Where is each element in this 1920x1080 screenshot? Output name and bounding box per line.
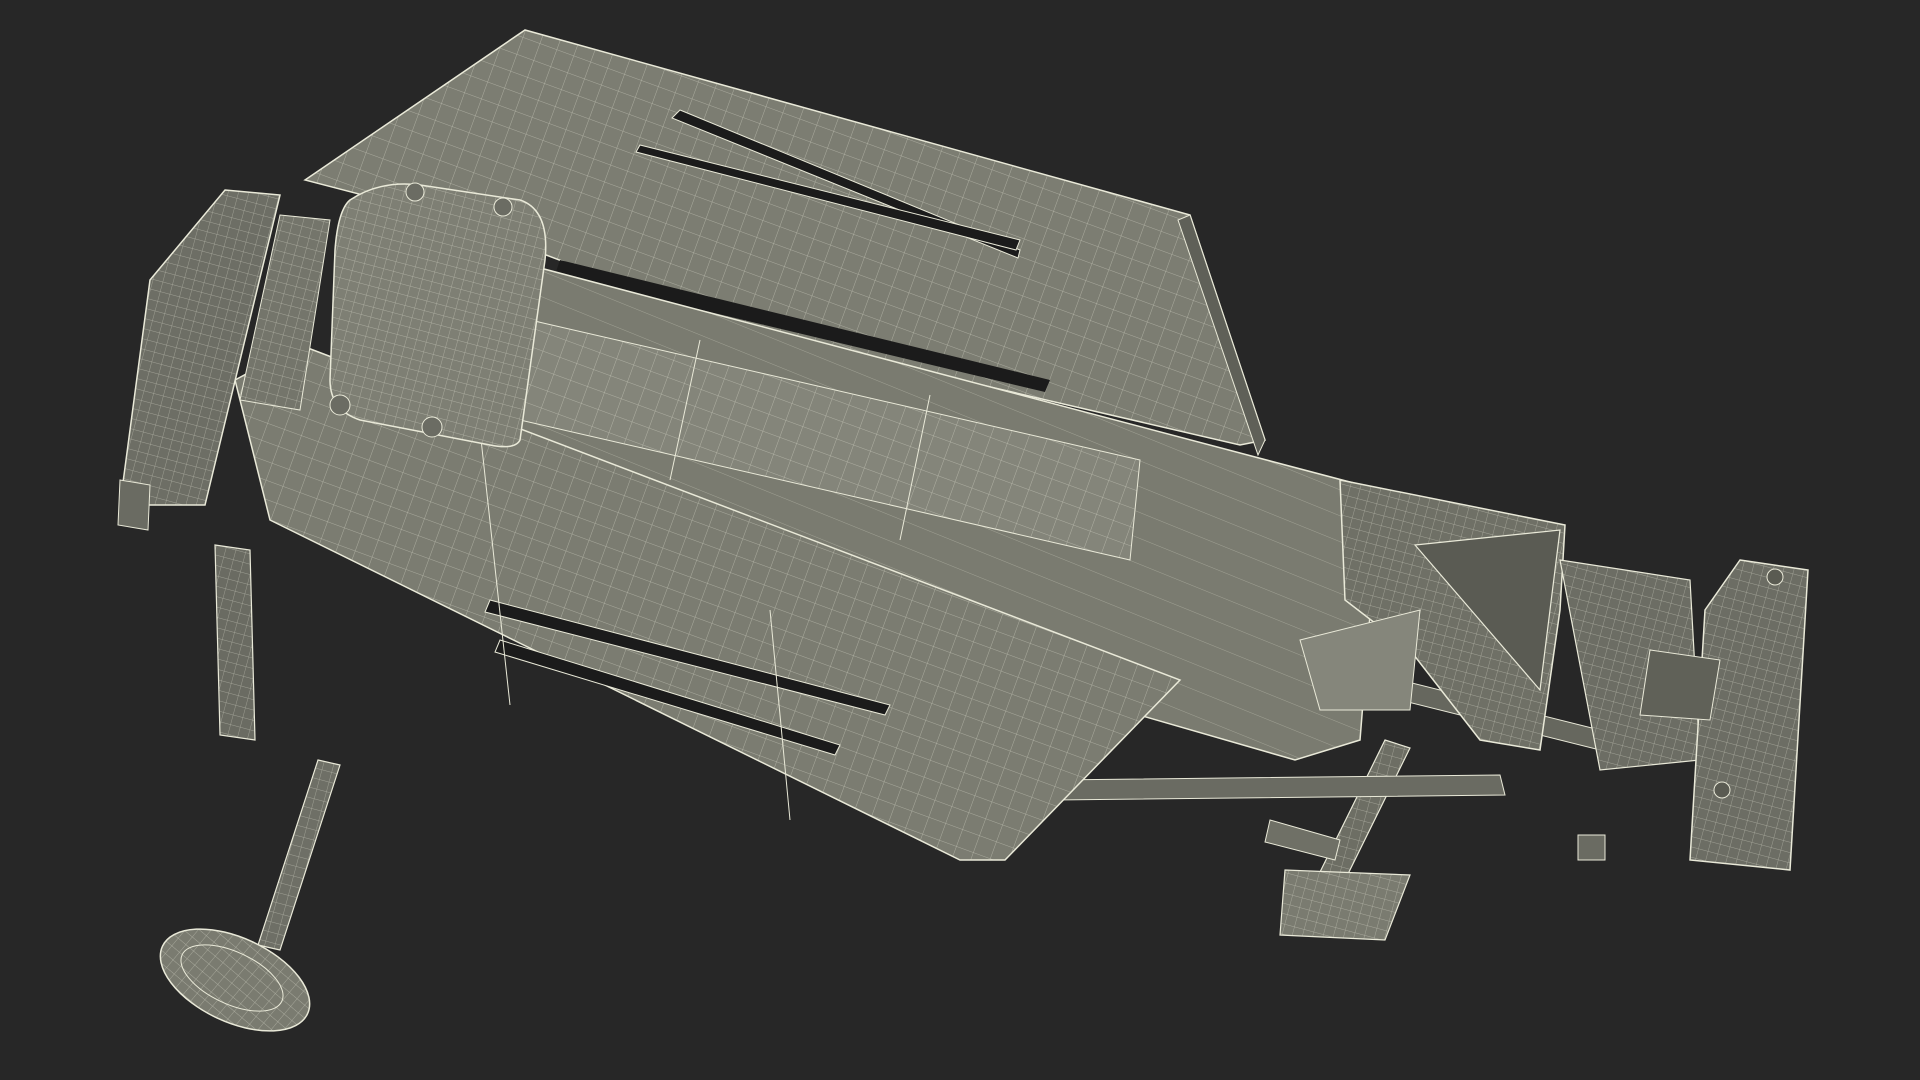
wheel: [159, 928, 311, 1032]
wireframe-render: [117, 29, 1809, 1032]
render-viewport: [0, 0, 1920, 1080]
front-left-leg: [214, 544, 341, 951]
motor-housing: [329, 182, 547, 448]
end-plate-right: [1559, 559, 1809, 871]
rear-right-leg: [1264, 739, 1411, 941]
